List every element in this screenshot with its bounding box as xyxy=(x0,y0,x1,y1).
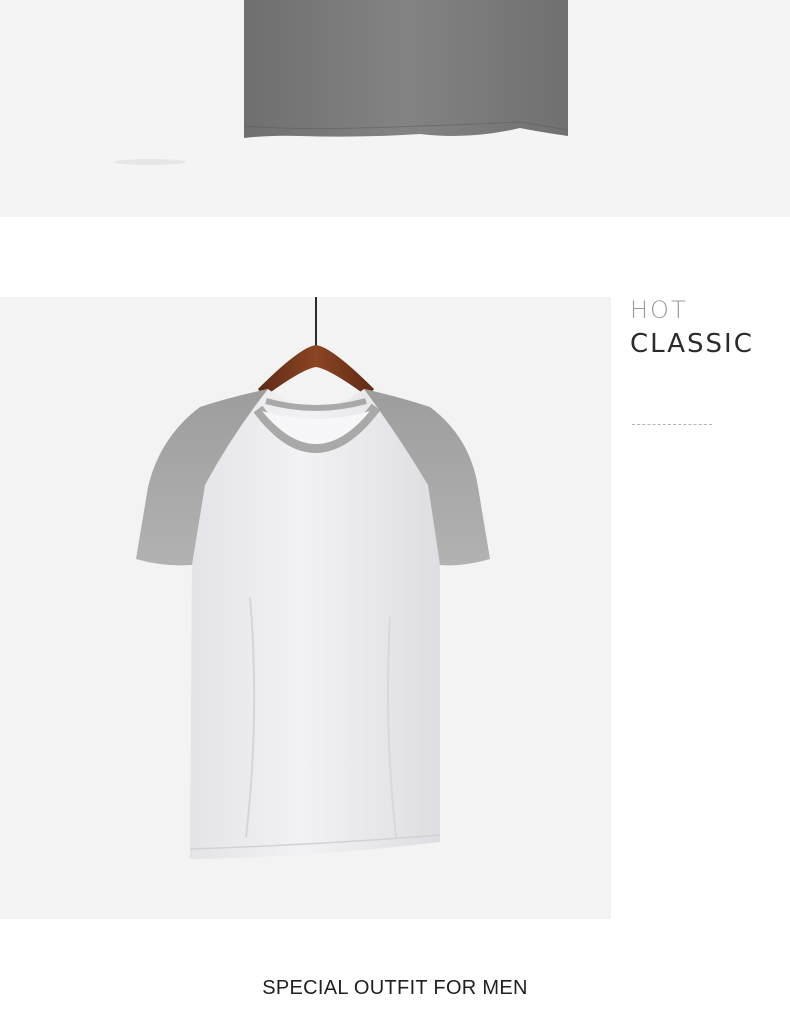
collection-heading: HOT CLASSIC xyxy=(630,296,790,360)
product-caption: SPECIAL OUTFIT FOR MEN xyxy=(262,977,528,999)
dashed-divider xyxy=(632,424,712,425)
top-product-photo xyxy=(0,0,790,217)
gray-tshirt-bottom-image xyxy=(114,0,569,165)
main-product-photo xyxy=(0,297,611,919)
heading-classic: CLASSIC xyxy=(630,329,754,359)
raglan-tshirt-on-hanger-image xyxy=(136,297,490,859)
heading-hot: HOT xyxy=(630,296,688,324)
